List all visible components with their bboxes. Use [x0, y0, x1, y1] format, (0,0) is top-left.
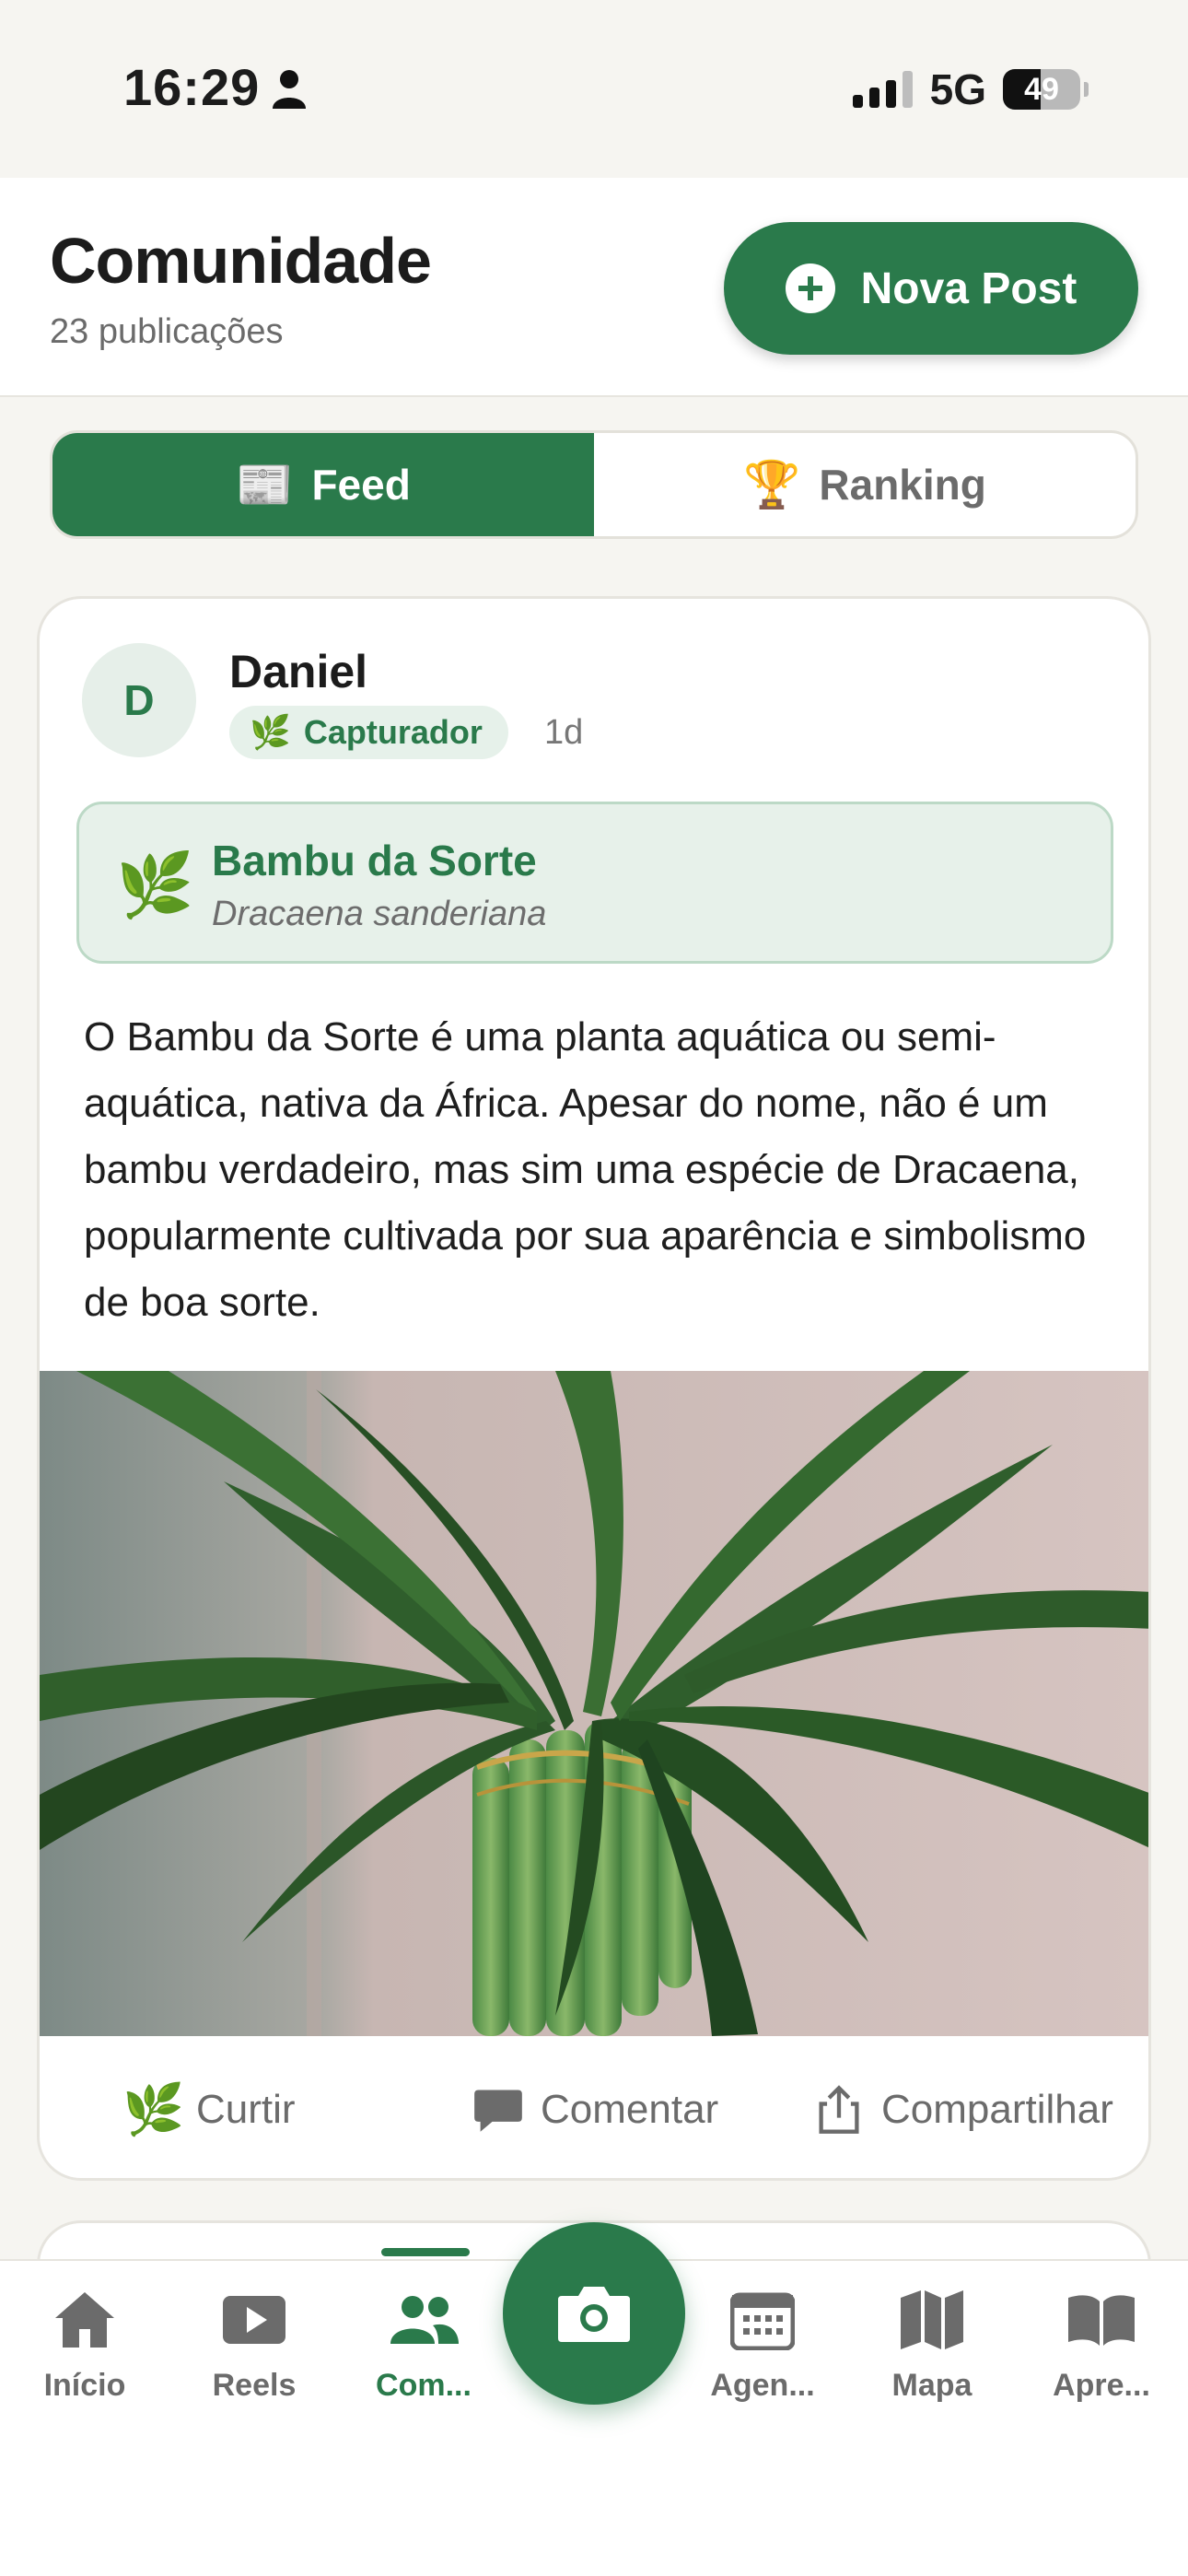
nav-map-label: Mapa	[891, 2368, 973, 2403]
like-button[interactable]: 🌿 Curtir	[122, 2081, 296, 2137]
play-icon	[223, 2296, 285, 2344]
plus-circle-icon	[785, 263, 835, 313]
person-icon	[273, 70, 306, 109]
user-badge: 🌿 Capturador	[229, 706, 508, 759]
leaf-icon: 🌿	[116, 850, 194, 920]
post-count: 23 publicações	[50, 312, 284, 351]
like-label: Curtir	[196, 2087, 296, 2132]
nav-home-label: Início	[43, 2368, 126, 2403]
share-label: Compartilhar	[881, 2087, 1113, 2132]
tab-ranking[interactable]: 🏆 Ranking	[594, 433, 1136, 536]
leaf-icon: 🌿	[122, 2081, 185, 2137]
nav-community-label: Com...	[376, 2368, 472, 2403]
nav-reels-label: Reels	[212, 2368, 297, 2403]
avatar[interactable]: D	[82, 643, 196, 757]
share-button[interactable]: Compartilhar	[813, 2084, 1113, 2136]
new-post-button[interactable]: Nova Post	[724, 222, 1138, 355]
book-icon	[1068, 2295, 1135, 2346]
page-header: Comunidade 23 publicações Nova Post	[0, 178, 1188, 397]
nav-map[interactable]: Mapa	[849, 2283, 1015, 2404]
status-right: 5G 49	[852, 64, 1089, 114]
nav-home[interactable]: Início	[2, 2283, 168, 2404]
trophy-icon: 🏆	[743, 459, 801, 510]
tab-ranking-label: Ranking	[819, 461, 986, 509]
lucky-bamboo-image	[40, 1371, 1148, 2036]
new-post-label: Nova Post	[860, 263, 1077, 313]
segmented-tabs: 📰 Feed 🏆 Ranking	[50, 430, 1138, 539]
network-label: 5G	[929, 65, 986, 113]
comment-icon	[474, 2090, 522, 2132]
camera-button[interactable]	[503, 2222, 685, 2405]
active-tab-indicator	[381, 2248, 470, 2256]
post-card: D Daniel 🌿 Capturador 1d 🌿 Bambu da Sort…	[37, 596, 1151, 2181]
battery-icon: 49	[1003, 69, 1080, 110]
nav-calendar-label: Agen...	[710, 2368, 815, 2403]
tab-feed[interactable]: 📰 Feed	[52, 433, 594, 536]
page-title: Comunidade	[50, 225, 432, 297]
nav-learn[interactable]: Apre...	[1019, 2283, 1184, 2404]
plant-scientific-name: Dracaena sanderiana	[212, 895, 547, 933]
post-text: O Bambu da Sorte é uma planta aquática o…	[84, 1014, 1087, 1325]
camera-icon	[558, 2287, 630, 2342]
share-icon	[819, 2085, 859, 2134]
home-icon	[55, 2292, 114, 2348]
signal-icon	[852, 71, 913, 108]
nav-community[interactable]: Com...	[341, 2283, 507, 2404]
plant-name: Bambu da Sorte	[212, 837, 537, 884]
post-actions: 🌿 Curtir Comentar Compartilhar	[40, 2036, 1148, 2178]
tab-feed-label: Feed	[311, 461, 411, 509]
nav-calendar[interactable]: Agen...	[680, 2283, 845, 2404]
newspaper-icon: 📰	[236, 459, 294, 510]
map-icon	[901, 2290, 963, 2349]
battery-level: 49	[1024, 72, 1059, 107]
nav-learn-label: Apre...	[1053, 2368, 1150, 2403]
badge-label: Capturador	[303, 713, 483, 751]
plant-tag[interactable]: 🌿 Bambu da Sorte Dracaena sanderiana	[76, 802, 1113, 964]
post-time: 1d	[544, 713, 584, 752]
status-time: 16:29	[123, 58, 261, 116]
calendar-icon	[730, 2292, 795, 2350]
comment-button[interactable]: Comentar	[472, 2084, 718, 2136]
nav-reels[interactable]: Reels	[171, 2283, 337, 2404]
battery-cap	[1084, 82, 1089, 97]
bottom-nav: Início Reels Com... Agen... Mapa Apre...	[0, 2222, 1188, 2576]
people-icon	[390, 2296, 459, 2344]
leaf-icon: 🌿	[250, 713, 291, 751]
comment-label: Comentar	[541, 2087, 719, 2132]
post-author[interactable]: Daniel	[229, 645, 367, 698]
status-bar: 16:29 5G 49	[0, 0, 1188, 178]
post-photo[interactable]	[40, 1371, 1148, 2036]
